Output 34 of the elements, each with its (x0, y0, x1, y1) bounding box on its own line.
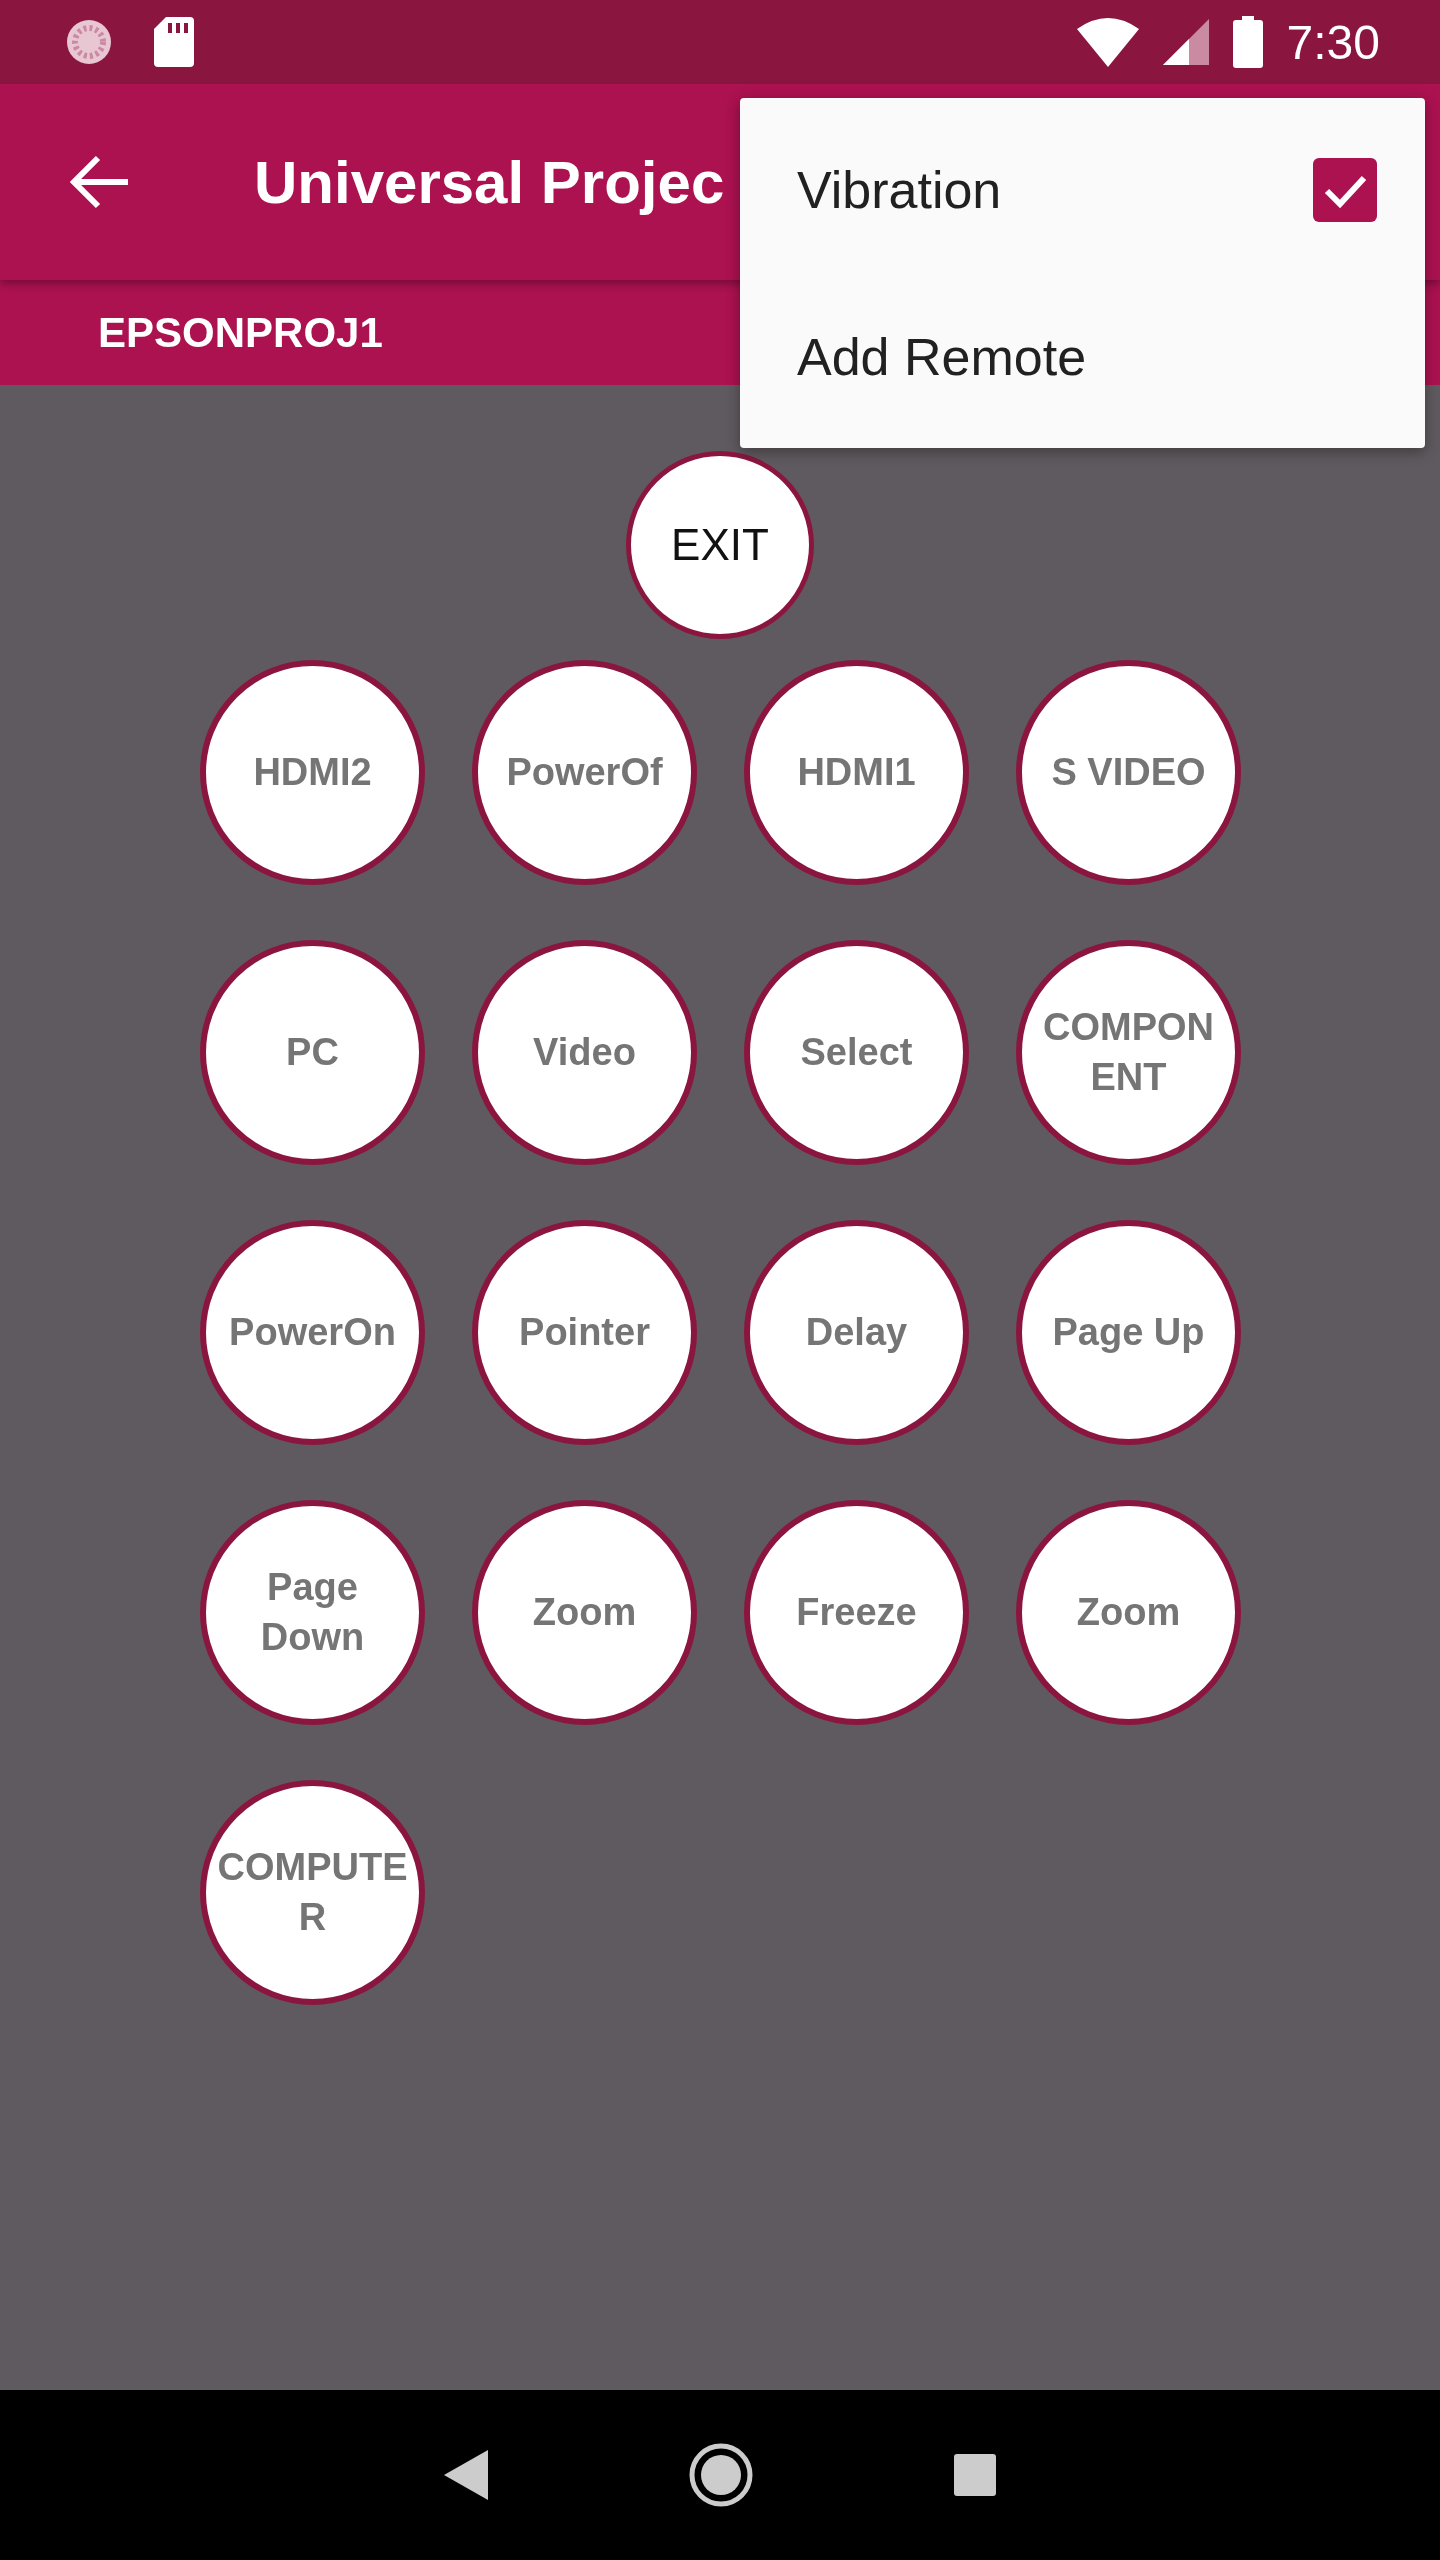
remote-button[interactable]: PC (200, 940, 425, 1165)
device-tab[interactable]: EPSONPROJ1 (98, 308, 383, 357)
exit-button[interactable]: EXIT (626, 451, 814, 639)
remote-button[interactable]: Freeze (744, 1500, 969, 1725)
clock-time: 7:30 (1286, 14, 1380, 70)
menu-item[interactable]: Vibration (740, 106, 1425, 273)
menu-item-label: Add Remote (797, 326, 1087, 387)
remote-button[interactable]: Select (744, 940, 969, 1165)
remote-button[interactable]: Page Up (1016, 1220, 1241, 1445)
remote-button[interactable]: Pointer (472, 1220, 697, 1445)
signal-icon (1162, 19, 1209, 65)
checkbox[interactable] (1313, 157, 1377, 222)
wifi-icon (1076, 17, 1139, 67)
remote-button[interactable]: HDMI2 (200, 660, 425, 885)
sd-card-icon (154, 17, 194, 67)
remote-button[interactable]: Delay (744, 1220, 969, 1445)
back-arrow-icon[interactable] (68, 155, 130, 209)
remote-button[interactable]: Zoom (1016, 1500, 1241, 1725)
menu-item[interactable]: Add Remote (740, 273, 1425, 440)
remote-button[interactable]: Zoom (472, 1500, 697, 1725)
back-icon[interactable] (444, 2450, 488, 2500)
remote-button[interactable]: Video (472, 940, 697, 1165)
app-title: Universal Projec (254, 147, 725, 217)
remote-button[interactable]: COMPONENT (1016, 940, 1241, 1165)
remote-button[interactable]: HDMI1 (744, 660, 969, 885)
battery-icon (1232, 16, 1263, 68)
remote-button[interactable]: S VIDEO (1016, 660, 1241, 885)
remote-button[interactable]: PowerOn (200, 1220, 425, 1445)
remote-button[interactable]: Page Down (200, 1500, 425, 1725)
remote-button[interactable]: COMPUTER (200, 1780, 425, 2005)
loading-icon (64, 17, 114, 67)
home-icon[interactable] (688, 2442, 754, 2508)
remote-button[interactable]: PowerOf (472, 660, 697, 885)
menu-item-label: Vibration (797, 159, 1002, 220)
